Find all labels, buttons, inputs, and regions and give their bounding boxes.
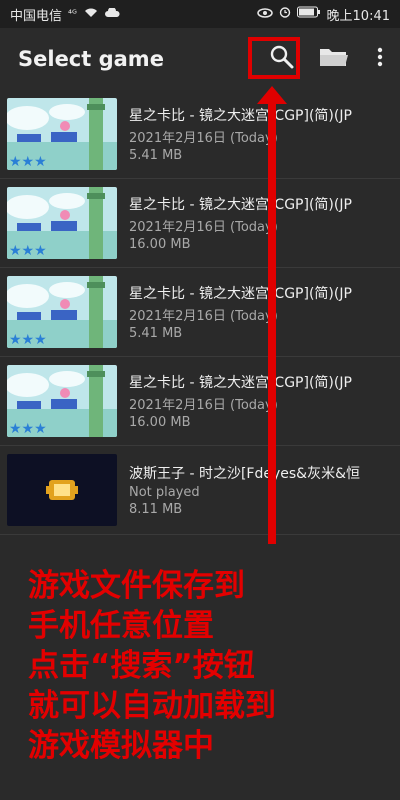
- annotation-text: 游戏文件保存到 手机任意位置 点击“搜索”按钮 就可以自动加载到 游戏模拟器中: [28, 566, 388, 766]
- eye-icon: [256, 7, 273, 22]
- game-list-item[interactable]: ★★★ 星之卡比 - 镜之大迷宫[CGP](简)(JP 2021年2月16日 (To…: [0, 90, 400, 179]
- svg-text:★★★: ★★★: [9, 243, 47, 259]
- annotation-highlight-box: [248, 37, 300, 79]
- game-meta: 星之卡比 - 镜之大迷宫[CGP](简)(JP 2021年2月16日 (Today…: [129, 283, 389, 341]
- game-file-size: 5.41 MB: [129, 326, 183, 341]
- wifi-icon: [83, 6, 99, 22]
- svg-text:★★★: ★★★: [9, 421, 47, 437]
- annotation-line: 就可以自动加载到: [28, 688, 276, 724]
- signal-icon: ⁴ᴳ: [68, 8, 77, 20]
- battery-icon: [296, 6, 321, 22]
- annotation-line: 点击“搜索”按钮: [28, 648, 255, 684]
- annotation-line: 手机任意位置: [28, 608, 214, 644]
- game-list-item[interactable]: ★★★ 星之卡比 - 镜之大迷宫[CGP](简)(JP 2021年2月16日 (To…: [0, 179, 400, 268]
- game-screenshot-thumbnail: ★★★: [7, 187, 117, 259]
- game-list-item[interactable]: ★★★ 星之卡比 - 镜之大迷宫[CGP](简)(JP 2021年2月16日 (To…: [0, 268, 400, 357]
- clock-label: 晚上10:41: [326, 8, 390, 24]
- game-meta: 波斯王子 - 时之沙[Fdeyes&灰米&恒 Not played 8.11 MB: [129, 463, 389, 517]
- game-title: 星之卡比 - 镜之大迷宫[CGP](简)(JP: [129, 375, 352, 391]
- game-file-size: 16.00 MB: [129, 415, 191, 430]
- game-last-played: 2021年2月16日 (Today): [129, 309, 278, 324]
- game-screenshot-thumbnail: ★★★: [7, 276, 117, 348]
- game-list-item[interactable]: ★★★ 星之卡比 - 镜之大迷宫[CGP](简)(JP 2021年2月16日 (To…: [0, 357, 400, 446]
- game-last-played: Not played: [129, 485, 200, 500]
- svg-text:★★★: ★★★: [9, 332, 47, 348]
- game-title: 星之卡比 - 镜之大迷宫[CGP](简)(JP: [129, 197, 352, 213]
- more-options-button[interactable]: [360, 37, 400, 81]
- game-file-size: 5.41 MB: [129, 148, 183, 163]
- more-vert-icon: [377, 47, 383, 71]
- svg-text:★★★: ★★★: [9, 154, 47, 170]
- page-title: Select game: [18, 47, 164, 71]
- game-last-played: 2021年2月16日 (Today): [129, 131, 278, 146]
- game-meta: 星之卡比 - 镜之大迷宫[CGP](简)(JP 2021年2月16日 (Today…: [129, 105, 389, 163]
- game-meta: 星之卡比 - 镜之大迷宫[CGP](简)(JP 2021年2月16日 (Today…: [129, 194, 389, 252]
- annotation-line: 游戏模拟器中: [28, 728, 214, 764]
- game-meta: 星之卡比 - 镜之大迷宫[CGP](简)(JP 2021年2月16日 (Today…: [129, 372, 389, 430]
- status-bar: 中国电信 ⁴ᴳ 晚上10:41: [0, 0, 400, 28]
- folder-icon: [319, 45, 349, 73]
- game-title: 波斯王子 - 时之沙[Fdeyes&灰米&恒: [129, 466, 360, 482]
- game-screenshot-thumbnail: ★★★: [7, 98, 117, 170]
- game-screenshot-thumbnail: ★★★: [7, 365, 117, 437]
- annotation-line: 游戏文件保存到: [28, 568, 245, 604]
- cloud-icon: [104, 6, 120, 22]
- app-bar: Select game: [0, 28, 400, 90]
- alarm-icon: [279, 6, 291, 22]
- game-file-size: 16.00 MB: [129, 237, 191, 252]
- carrier-label: 中国电信: [10, 8, 63, 24]
- game-list-item[interactable]: 波斯王子 - 时之沙[Fdeyes&灰米&恒 Not played 8.11 MB: [0, 446, 400, 535]
- game-title: 星之卡比 - 镜之大迷宫[CGP](简)(JP: [129, 286, 352, 302]
- folder-button[interactable]: [308, 37, 360, 81]
- game-file-size: 8.11 MB: [129, 502, 183, 517]
- game-last-played: 2021年2月16日 (Today): [129, 220, 278, 235]
- game-last-played: 2021年2月16日 (Today): [129, 398, 278, 413]
- gba-cartridge-thumbnail: [7, 454, 117, 526]
- game-list: ★★★ 星之卡比 - 镜之大迷宫[CGP](简)(JP 2021年2月16日 (To…: [0, 90, 400, 535]
- game-title: 星之卡比 - 镜之大迷宫[CGP](简)(JP: [129, 108, 352, 124]
